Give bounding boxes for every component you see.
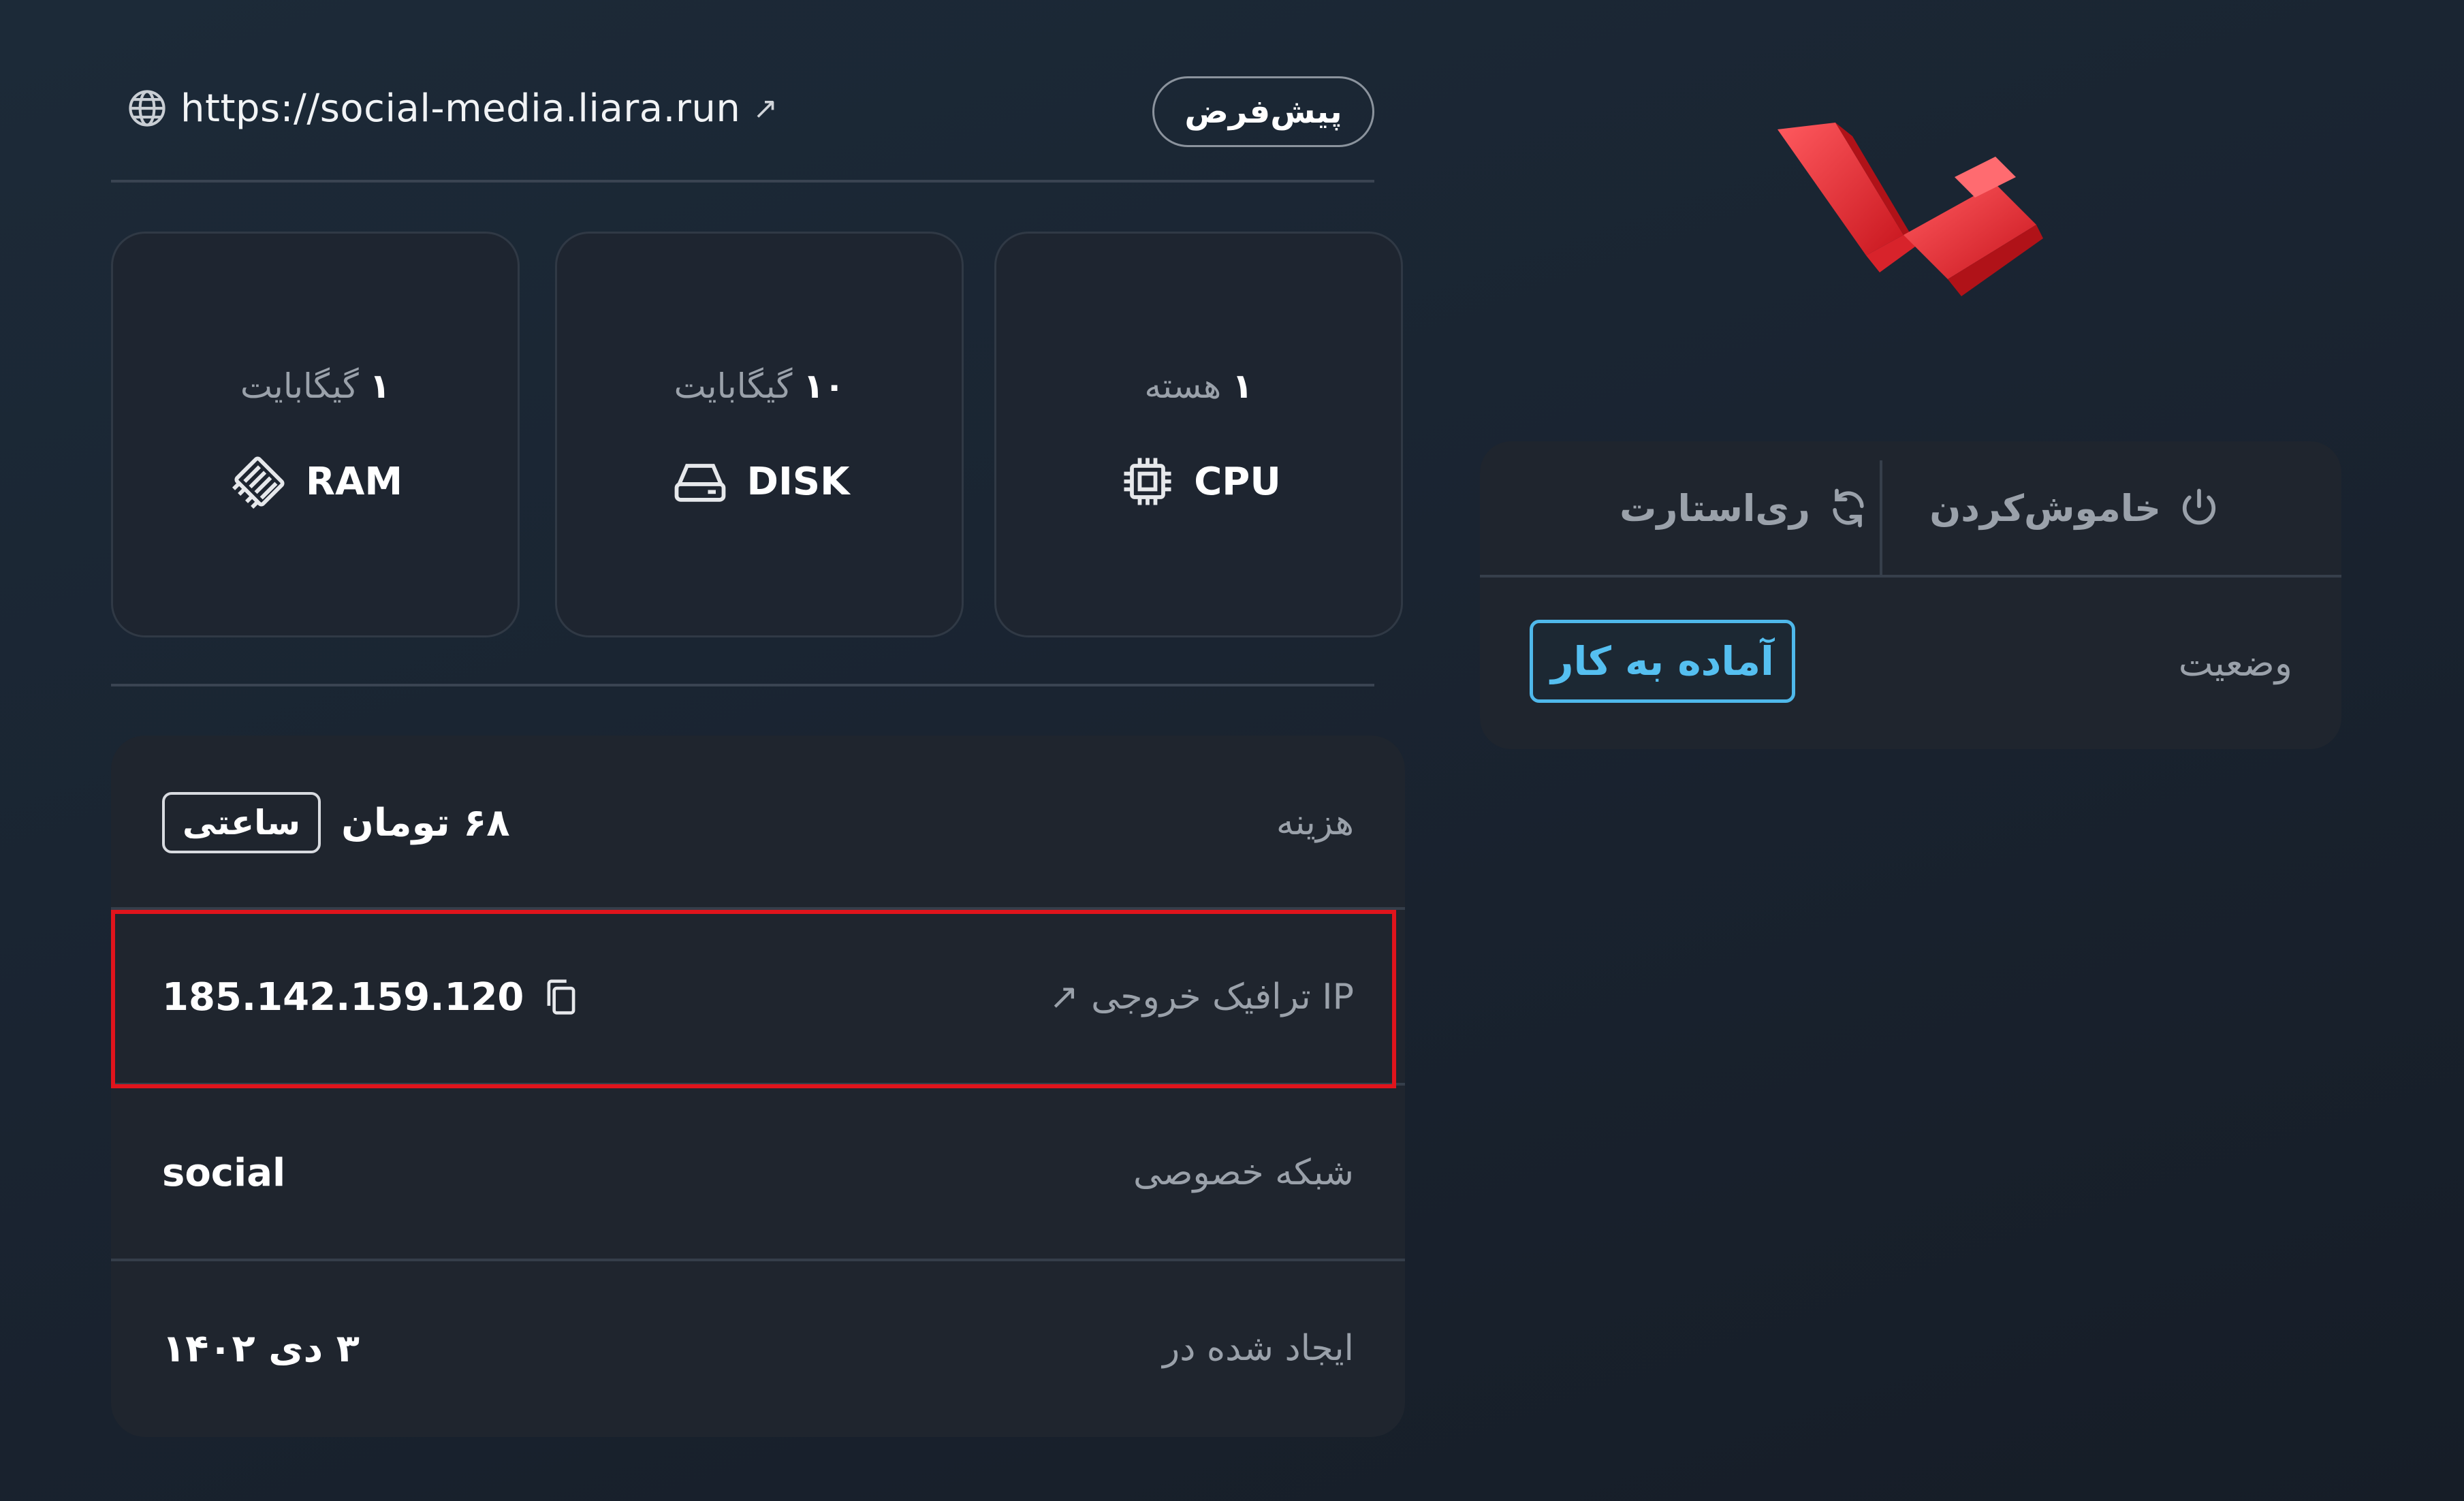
disk-label-row: DISK <box>557 450 962 513</box>
toolbar-divider <box>1880 460 1882 575</box>
cpu-amount: ۱ هسته <box>1144 366 1253 406</box>
shutdown-button[interactable]: خاموش‌کردن <box>1929 441 2222 575</box>
cpu-label: CPU <box>1194 459 1281 504</box>
private-network-label: شبکه خصوصی <box>1133 1152 1354 1193</box>
divider <box>111 684 1374 686</box>
disk-card: ۱۰ گیگابایت DISK <box>555 232 964 637</box>
restart-button[interactable]: ری‌استارت <box>1620 441 1871 575</box>
cost-label: هزینه <box>1276 802 1354 843</box>
created-at-row: ایجاد شده در ۳ دی ۱۴۰۲ <box>111 1261 1405 1436</box>
cpu-card: ۱ هسته CPU <box>994 232 1403 637</box>
status-badge: آماده به کار <box>1530 620 1795 703</box>
restart-label: ری‌استارت <box>1620 486 1810 530</box>
created-at-label: ایجاد شده در <box>1163 1328 1354 1369</box>
ram-card: ۱ گیگابایت RAM <box>111 232 520 637</box>
private-network-value: social <box>162 1150 286 1195</box>
controls-card: خاموش‌کردن ری‌استارت وضعیت آماده به کار <box>1480 441 2341 749</box>
ram-label: RAM <box>305 459 403 504</box>
cpu-label-row: CPU <box>996 450 1401 513</box>
cost-value-group: ساعتی ۶۸ تومان <box>162 736 510 910</box>
cost-value: ۶۸ تومان <box>341 800 510 845</box>
disk-amount: ۱۰ گیگابایت <box>674 366 845 406</box>
domain-url[interactable]: https://social-media.liara.run <box>180 86 740 131</box>
disk-icon <box>675 464 726 502</box>
power-icon <box>2182 488 2216 525</box>
controls-toolbar: خاموش‌کردن ری‌استارت <box>1480 441 2341 578</box>
private-network-row: شبکه خصوصی social <box>111 1086 1405 1260</box>
refresh-icon <box>1833 488 1864 528</box>
cpu-icon <box>1124 458 1171 505</box>
divider <box>111 180 1374 183</box>
ram-icon <box>232 456 285 509</box>
domain-link[interactable]: https://social-media.liara.run ↗ <box>126 80 778 136</box>
ram-label-row: RAM <box>113 450 518 513</box>
created-at-value: ۳ دی ۱۴۰۲ <box>162 1326 360 1371</box>
laravel-logo-icon <box>1778 123 2043 296</box>
shutdown-label: خاموش‌کردن <box>1929 486 2161 530</box>
billing-period-badge: ساعتی <box>162 792 321 853</box>
highlight-box <box>111 910 1396 1088</box>
ram-amount: ۱ گیگابایت <box>240 366 391 406</box>
external-link-icon: ↗ <box>753 91 778 126</box>
cost-row: هزینه ساعتی ۶۸ تومان <box>111 736 1405 910</box>
status-label: وضعیت <box>2178 641 2292 684</box>
disk-label: DISK <box>746 459 850 504</box>
globe-icon <box>129 90 165 127</box>
default-badge: پیش‌فرض <box>1152 76 1374 147</box>
